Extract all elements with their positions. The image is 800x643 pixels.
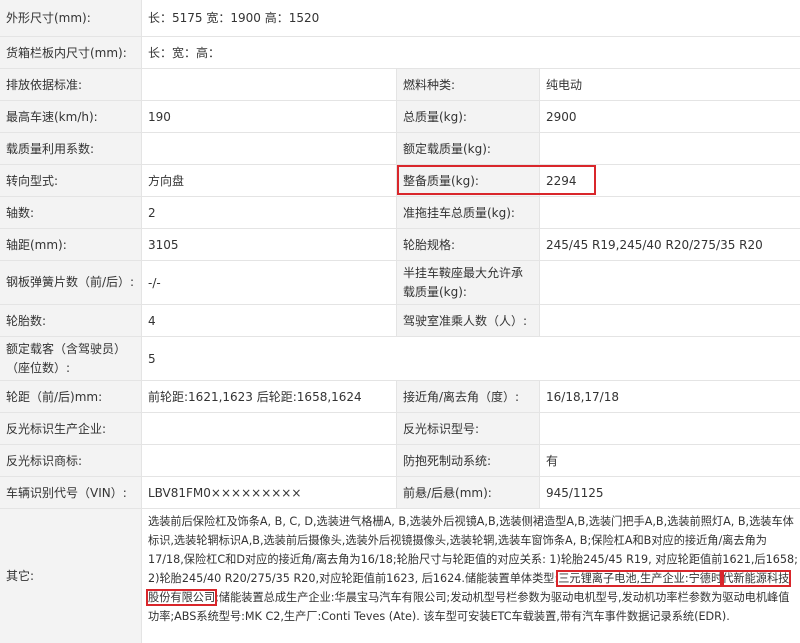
spec-value	[141, 413, 396, 444]
spec-value: 16/18,17/18	[539, 381, 800, 412]
spec-value	[141, 133, 396, 164]
spec-row: 载质量利用系数: 额定载质量(kg):	[0, 133, 800, 165]
spec-value: -/-	[141, 261, 396, 304]
spec-row: 额定载客（含驾驶员）（座位数）: 5	[0, 337, 800, 381]
spec-label: 转向型式:	[0, 165, 141, 196]
spec-value	[141, 69, 396, 100]
spec-value	[539, 413, 800, 444]
spec-row: 排放依据标准: 燃料种类: 纯电动	[0, 69, 800, 101]
spec-row: 反光标识生产企业: 反光标识型号:	[0, 413, 800, 445]
spec-label: 车辆识别代号（VIN）:	[0, 477, 141, 508]
spec-label: 反光标识商标:	[0, 445, 141, 476]
spec-row: 反光标识商标: 防抱死制动系统: 有	[0, 445, 800, 477]
spec-value: LBV81FM0×××××××××	[141, 477, 396, 508]
spec-label: 反光标识生产企业:	[0, 413, 141, 444]
spec-label: 轮胎规格:	[396, 229, 539, 260]
spec-value: 长：宽：高：	[141, 37, 800, 68]
spec-row: 转向型式: 方向盘 整备质量(kg): 2294	[0, 165, 800, 197]
spec-label: 总质量(kg):	[396, 101, 539, 132]
spec-row-other: 其它: 选装前后保险杠及饰条A, B, C, D,选装进气格栅A, B,选装外后…	[0, 509, 800, 643]
spec-row: 最高车速(km/h): 190 总质量(kg): 2900	[0, 101, 800, 133]
notes-text: 驱动电机型号,发动机功率栏	[550, 591, 689, 604]
spec-value: 945/1125	[539, 477, 800, 508]
vehicle-spec-sheet: 外形尺寸(mm): 长：5175 宽：1900 高：1520 货箱栏板内尺寸(m…	[0, 0, 800, 643]
spec-value: 2900	[539, 101, 800, 132]
spec-value: 长：5175 宽：1900 高：1520	[141, 0, 800, 36]
spec-value	[539, 133, 800, 164]
spec-row: 外形尺寸(mm): 长：5175 宽：1900 高：1520	[0, 0, 800, 37]
spec-value: 纯电动	[539, 69, 800, 100]
spec-value: 245/45 R19,245/40 R20/275/35 R20	[539, 229, 800, 260]
spec-value: 有	[539, 445, 800, 476]
spec-label: 货箱栏板内尺寸(mm):	[0, 37, 141, 68]
spec-label-highlighted: 整备质量(kg):	[396, 165, 539, 196]
notes-text: 选装前后保险杠及饰条A, B, C, D,选装进气格栅A, B,选装外后视镜A,…	[148, 515, 772, 528]
spec-label: 轮距（前/后)mm:	[0, 381, 141, 412]
spec-row: 轴数: 2 准拖挂车总质量(kg):	[0, 197, 800, 229]
spec-label: 前悬/后悬(mm):	[396, 477, 539, 508]
spec-label: 外形尺寸(mm):	[0, 0, 141, 36]
spec-value: 前轮距:1621,1623 后轮距:1658,1624	[141, 381, 396, 412]
spec-label: 轮胎数:	[0, 305, 141, 336]
spec-value: 4	[141, 305, 396, 336]
spec-label: 排放依据标准:	[0, 69, 141, 100]
spec-label: 其它:	[0, 509, 141, 643]
notes-text: ;储能装置总成生产企业:华晨宝马汽车有限公司;发动机型号栏参数为	[215, 591, 551, 604]
other-notes: 选装前后保险杠及饰条A, B, C, D,选装进气格栅A, B,选装外后视镜A,…	[141, 509, 800, 643]
spec-value: 3105	[141, 229, 396, 260]
spec-label: 半挂车鞍座最大允许承载质量(kg):	[396, 261, 539, 304]
spec-value	[539, 197, 800, 228]
spec-row: 车辆识别代号（VIN）: LBV81FM0××××××××× 前悬/后悬(mm)…	[0, 477, 800, 509]
spec-value: 2	[141, 197, 396, 228]
notes-text: 记录系统(EDR).	[649, 610, 730, 623]
spec-value	[539, 261, 800, 304]
spec-label: 轴数:	[0, 197, 141, 228]
spec-row: 钢板弹簧片数（前/后）: -/- 半挂车鞍座最大允许承载质量(kg):	[0, 261, 800, 305]
spec-label: 载质量利用系数:	[0, 133, 141, 164]
spec-label: 防抱死制动系统:	[396, 445, 539, 476]
spec-label: 额定载客（含驾驶员）（座位数）:	[0, 337, 141, 380]
spec-value: 5	[141, 337, 800, 380]
spec-row: 货箱栏板内尺寸(mm): 长：宽：高：	[0, 37, 800, 69]
spec-value	[539, 305, 800, 336]
spec-label: 准拖挂车总质量(kg):	[396, 197, 539, 228]
spec-label: 额定载质量(kg):	[396, 133, 539, 164]
spec-value: 方向盘	[141, 165, 396, 196]
spec-row: 轴距(mm): 3105 轮胎规格: 245/45 R19,245/40 R20…	[0, 229, 800, 261]
spec-value-highlighted: 2294	[539, 165, 800, 196]
spec-label: 接近角/离去角（度）:	[396, 381, 539, 412]
spec-label: 钢板弹簧片数（前/后）:	[0, 261, 141, 304]
spec-value: 190	[141, 101, 396, 132]
spec-label: 轴距(mm):	[0, 229, 141, 260]
spec-value	[141, 445, 396, 476]
spec-row: 轮胎数: 4 驾驶室准乘人数（人）:	[0, 305, 800, 337]
spec-label: 反光标识型号:	[396, 413, 539, 444]
spec-label: 燃料种类:	[396, 69, 539, 100]
spec-label: 驾驶室准乘人数（人）:	[396, 305, 539, 336]
spec-row: 轮距（前/后)mm: 前轮距:1621,1623 后轮距:1658,1624 接…	[0, 381, 800, 413]
battery-type-highlight: 三元锂离子电池,生产企业:宁德时	[556, 570, 725, 587]
spec-label: 最高车速(km/h):	[0, 101, 141, 132]
